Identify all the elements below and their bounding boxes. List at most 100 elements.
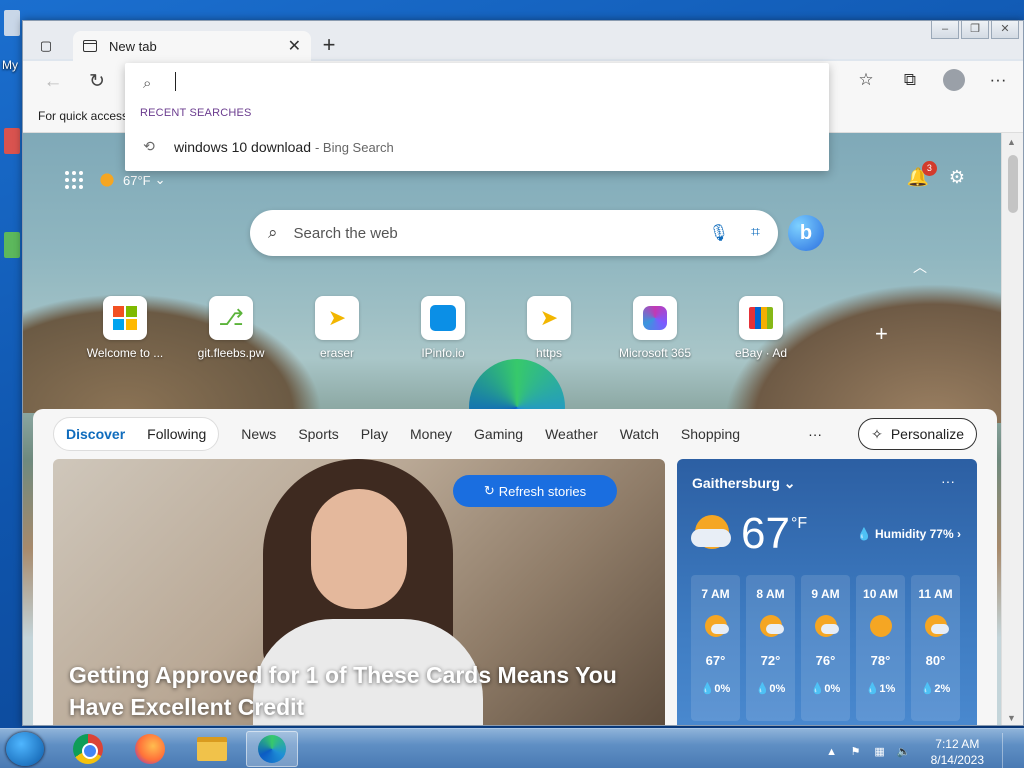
bing-chat-button[interactable]: b <box>788 215 824 251</box>
quick-link-label: Microsoft 365 <box>618 346 692 360</box>
category-watch[interactable]: Watch <box>620 426 659 442</box>
gear-icon[interactable]: ⚙ <box>949 167 965 188</box>
category-money[interactable]: Money <box>410 426 452 442</box>
collections-icon[interactable]: ⧉ <box>899 69 921 91</box>
notifications-button[interactable]: 🔔 3 <box>906 161 937 188</box>
category-shopping[interactable]: Shopping <box>681 426 740 442</box>
quick-link[interactable]: eBay · Ad <box>735 296 787 360</box>
recent-search-query: windows 10 download <box>174 139 311 155</box>
feed-toggle: Discover Following <box>53 417 220 451</box>
taskbar-explorer[interactable] <box>186 731 238 767</box>
partly-cloudy-icon <box>704 615 729 637</box>
chevron-down-icon: ⌄ <box>783 475 796 491</box>
clock[interactable]: 7:12 AM 8/14/2023 <box>931 736 984 768</box>
tab-actions-icon: ▢ <box>39 38 53 53</box>
refresh-stories-button[interactable]: ↻ Refresh stories <box>453 475 617 507</box>
hourly-item[interactable]: 11 AM 80° 💧2% <box>911 575 960 721</box>
desktop-icon[interactable] <box>4 232 20 258</box>
category-news[interactable]: News <box>241 426 276 442</box>
tab-close-icon[interactable]: ✕ <box>288 36 301 56</box>
tab-following[interactable]: Following <box>147 426 206 442</box>
quick-link-label: eraser <box>319 346 354 360</box>
folder-icon <box>197 737 227 761</box>
recent-searches-label: RECENT SEARCHES <box>140 107 252 119</box>
hourly-item[interactable]: 7 AM 67° 💧0% <box>691 575 740 721</box>
hero-story-title[interactable]: Getting Approved for 1 of These Cards Me… <box>69 659 649 723</box>
quick-link[interactable]: ➤ https <box>525 296 573 360</box>
taskbar-chrome[interactable] <box>62 731 114 767</box>
hour-temp: 80° <box>925 653 946 668</box>
action-center-icon[interactable]: ⚑ <box>849 745 863 759</box>
new-tab-button[interactable]: + <box>317 34 341 56</box>
desktop-icon[interactable] <box>4 128 20 154</box>
more-categories-button[interactable]: ··· <box>808 426 822 442</box>
visual-search-icon[interactable]: ⌗ <box>751 224 760 242</box>
scroll-up-icon[interactable]: ▲ <box>1007 137 1016 147</box>
edge-icon <box>258 735 286 763</box>
quick-link[interactable]: ⎇ git.fleebs.pw <box>198 296 264 360</box>
taskbar-edge[interactable] <box>246 731 298 767</box>
weather-card[interactable]: Gaithersburg ⌄ ··· 67 °F 💧 Humidity 77% … <box>677 459 977 725</box>
humidity-link[interactable]: 💧 Humidity 77% › <box>857 527 961 541</box>
tab-discover[interactable]: Discover <box>66 426 125 442</box>
profile-avatar[interactable] <box>943 69 965 91</box>
close-window-button[interactable]: ✕ <box>991 21 1019 39</box>
refresh-icon: ↻ <box>483 483 495 498</box>
scroll-down-icon[interactable]: ▼ <box>1007 713 1016 723</box>
address-dropdown: ⌕ RECENT SEARCHES ⟲ windows 10 download … <box>125 63 829 171</box>
weather-temperature: 67 <box>741 509 790 558</box>
add-quick-link-button[interactable]: + <box>875 321 888 347</box>
notification-badge: 3 <box>921 161 937 176</box>
chrome-icon <box>73 734 103 764</box>
weather-location[interactable]: Gaithersburg ⌄ <box>692 475 796 492</box>
app-launcher-icon[interactable] <box>65 171 83 189</box>
personalize-label: Personalize <box>890 426 964 442</box>
start-button[interactable] <box>6 732 44 766</box>
humidity-value: Humidity 77% <box>874 527 954 541</box>
partly-cloudy-icon <box>759 615 784 637</box>
favorites-icon[interactable]: ☆ <box>855 69 877 91</box>
weather-unit: °F <box>791 515 808 532</box>
category-sports[interactable]: Sports <box>298 426 338 442</box>
category-gaming[interactable]: Gaming <box>474 426 523 442</box>
category-weather[interactable]: Weather <box>545 426 598 442</box>
quick-link[interactable]: ➤ eraser <box>313 296 361 360</box>
quick-link[interactable]: Microsoft 365 <box>619 296 691 360</box>
category-play[interactable]: Play <box>361 426 388 442</box>
quick-link[interactable]: Welcome to ... <box>87 296 163 360</box>
scrollbar-thumb[interactable] <box>1008 155 1018 213</box>
web-search-box[interactable]: ⌕ Search the web 🎙 ⌗ <box>250 210 778 256</box>
show-hidden-icons[interactable]: ▲ <box>825 745 839 759</box>
quick-link[interactable]: IPinfo.io <box>419 296 467 360</box>
ebay-bag-icon <box>739 296 783 340</box>
tab-new-tab[interactable]: New tab ✕ <box>73 31 311 61</box>
maximize-button[interactable]: ❐ <box>961 21 989 39</box>
network-icon[interactable]: ▦ <box>873 745 887 759</box>
recent-search-suffix: - Bing Search <box>314 139 394 155</box>
chevron-up-icon[interactable]: ︿ <box>913 257 927 277</box>
refresh-button[interactable]: ↻ <box>85 70 109 94</box>
microphone-icon[interactable]: 🎙 <box>709 223 729 243</box>
weather-mini[interactable]: 67°F ⌄ <box>99 172 166 188</box>
tab-actions-button[interactable]: ▢ <box>35 35 57 57</box>
recent-search-item[interactable]: ⟲ windows 10 download - Bing Search <box>125 133 829 161</box>
personalize-button[interactable]: ✧ Personalize <box>858 418 977 450</box>
hero-story-card[interactable]: ↻ Refresh stories Getting Approved for 1… <box>53 459 665 725</box>
page-scrollbar[interactable]: ▲ ▼ <box>1001 133 1023 725</box>
hourly-item[interactable]: 9 AM 76° 💧0% <box>801 575 850 721</box>
quick-link-label: git.fleebs.pw <box>197 346 265 360</box>
back-button[interactable]: ← <box>41 70 65 94</box>
minimize-button[interactable]: – <box>931 21 959 39</box>
show-desktop-button[interactable] <box>1002 733 1014 768</box>
partly-cloudy-icon <box>814 615 839 637</box>
desktop-icon[interactable] <box>4 10 20 36</box>
volume-muted-icon[interactable]: 🔈 <box>897 745 911 759</box>
hourly-forecast: 7 AM 67° 💧0% 8 AM 72° 💧0% 9 AM 76° 💧0% 1… <box>691 575 960 721</box>
taskbar-firefox[interactable] <box>124 731 176 767</box>
address-input-caret[interactable] <box>175 72 176 91</box>
hourly-item[interactable]: 10 AM 78° 💧1% <box>856 575 905 721</box>
hourly-item[interactable]: 8 AM 72° 💧0% <box>746 575 795 721</box>
settings-more-icon[interactable]: ··· <box>987 69 1009 91</box>
weather-more-button[interactable]: ··· <box>941 473 955 489</box>
hour-temp: 78° <box>870 653 891 668</box>
